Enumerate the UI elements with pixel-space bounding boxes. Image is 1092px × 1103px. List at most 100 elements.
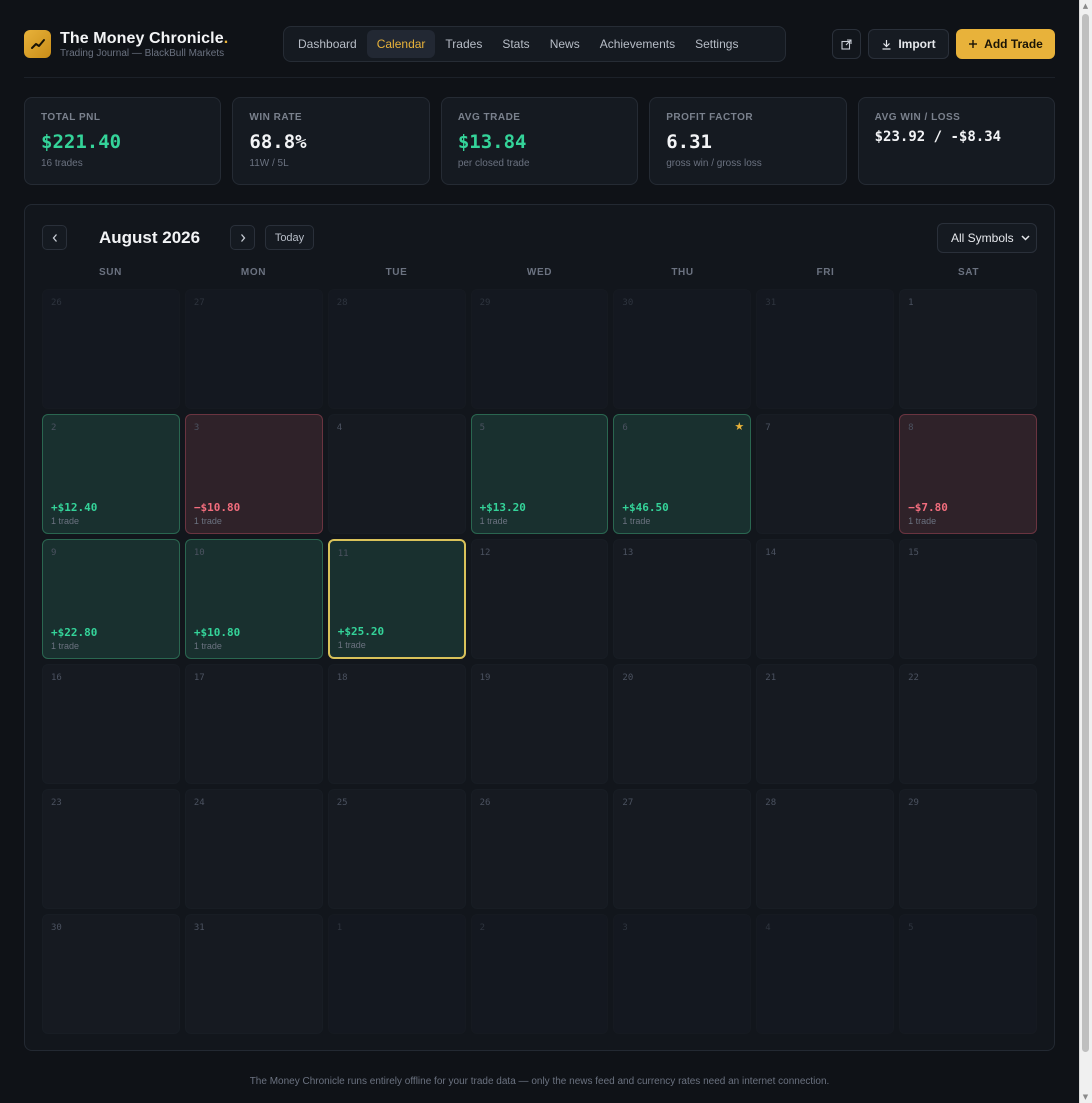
calendar-day-cell[interactable]: 1 [327,914,466,1034]
calendar-day-cell[interactable]: 28 [327,289,466,409]
day-trade-count: 1 trade [193,641,222,651]
weekday-label: FRI [816,267,835,278]
day-number: 17 [193,673,205,683]
calendar-day-cell[interactable]: 29 [470,289,609,409]
calendar-day-cell[interactable]: 30 [613,289,752,409]
calendar-day-cell[interactable]: 6 ★ +$46.50 1 trade [613,414,752,534]
stat-label: PROFIT FACTOR [666,112,754,123]
calendar-day-cell[interactable]: 10 +$10.80 1 trade [184,539,323,659]
prev-month-button[interactable] [42,225,67,250]
calendar-day-cell[interactable]: 11 +$25.20 1 trade [327,539,466,659]
calendar-day-cell[interactable]: 14 [756,539,895,659]
calendar-day-cell[interactable]: 5 +$13.20 1 trade [470,414,609,534]
stat-subtext: 11W / 5L [249,158,289,169]
scrollbar-thumb[interactable] [1082,14,1089,1052]
calendar-day-cell[interactable]: 19 [470,664,609,784]
calendar-day-cell[interactable]: 8 −$7.80 1 trade [899,414,1037,534]
day-number: 27 [622,798,634,808]
day-number: 22 [908,673,919,683]
calendar-day-cell[interactable]: 5 [899,914,1037,1034]
day-number: 28 [336,298,348,308]
add-trade-button[interactable]: Add Trade [956,29,1055,59]
day-number: 2 [51,423,57,433]
day-pnl: +$25.20 [337,625,385,638]
chevron-left-icon [52,233,57,242]
calendar-day-cell[interactable]: 12 [470,539,609,659]
weekday-label: SUN [99,267,122,278]
today-button[interactable]: Today [265,225,314,250]
nav-dashboard[interactable]: Dashboard [288,30,367,58]
brand: The Money Chronicle. Trading Journal — B… [60,30,228,59]
calendar-day-cell[interactable]: 24 [184,789,323,909]
calendar-day-cell[interactable]: 2 [470,914,609,1034]
day-pnl: +$10.80 [193,626,241,639]
nav-calendar[interactable]: Calendar [366,30,436,58]
calendar-day-cell[interactable]: 28 [756,789,895,909]
app-page: The Money Chronicle. Trading Journal — B… [0,0,1079,1103]
day-number: 27 [193,298,205,308]
calendar-grid: 26 27 28 29 30 31 1 2 +$12.40 1 trade 3 −$10.80 1 tr… [42,289,1037,1034]
scroll-up-icon[interactable]: ▲ [1082,2,1089,10]
trend-up-icon[interactable] [24,30,51,58]
day-number: 30 [622,298,634,308]
calendar-day-cell[interactable]: 25 [327,789,466,909]
day-trade-count: 1 trade [51,641,80,651]
calendar-day-cell[interactable]: 16 [42,664,180,784]
calendar-day-cell[interactable]: 31 [756,289,895,409]
stat-value: $13.84 [457,131,527,153]
day-number: 13 [622,548,634,558]
day-pnl: +$12.40 [51,501,98,514]
nav-news[interactable]: News [540,30,590,58]
nav-settings[interactable]: Settings [685,30,748,58]
calendar-day-cell[interactable]: 27 [613,789,752,909]
calendar-day-cell[interactable]: 30 [42,914,180,1034]
weekday-label: WED [526,267,553,278]
calendar-day-cell[interactable]: 2 +$12.40 1 trade [42,414,180,534]
calendar-day-cell[interactable]: 21 [756,664,895,784]
symbol-filter-select[interactable]: All Symbols [937,223,1037,253]
scroll-down-icon[interactable]: ▼ [1082,1093,1089,1101]
day-number: 26 [51,298,62,308]
calendar-day-cell[interactable]: 22 [899,664,1037,784]
calendar-day-cell[interactable]: 15 [899,539,1037,659]
day-number: 29 [908,798,919,808]
calendar-day-cell[interactable]: 1 [899,289,1037,409]
symbol-filter-value: All Symbols [951,231,1014,245]
day-number: 19 [479,673,491,683]
import-button[interactable]: Import [868,29,949,59]
stat-card-profit-factor: PROFIT FACTOR 6.31 gross win / gross loss [649,97,847,185]
calendar-day-cell[interactable]: 31 [184,914,323,1034]
day-number: 1 [908,298,914,308]
calendar-day-cell[interactable]: 18 [327,664,466,784]
day-number: 31 [765,298,777,308]
day-number: 25 [336,798,348,808]
external-link-icon[interactable] [832,29,861,59]
nav-trades[interactable]: Trades [435,30,492,58]
calendar-day-cell[interactable]: 17 [184,664,323,784]
day-pnl: −$7.80 [908,501,948,514]
nav-stats[interactable]: Stats [492,30,539,58]
calendar-day-cell[interactable]: 23 [42,789,180,909]
calendar-day-cell[interactable]: 3 −$10.80 1 trade [184,414,323,534]
day-number: 6 [622,423,628,433]
calendar-day-cell[interactable]: 29 [899,789,1037,909]
calendar-day-cell[interactable]: 20 [613,664,752,784]
day-number: 30 [51,923,62,933]
scrollbar[interactable]: ▲ ▼ [1079,0,1092,1103]
stat-label: AVG TRADE [457,112,521,123]
star-icon: ★ [734,420,745,433]
calendar-day-cell[interactable]: 4 [327,414,466,534]
day-trade-count: 1 trade [193,516,222,526]
day-number: 2 [479,923,485,933]
nav-achievements[interactable]: Achievements [590,30,685,58]
calendar-day-cell[interactable]: 26 [42,289,180,409]
next-month-button[interactable] [230,225,255,250]
stat-label: WIN RATE [249,112,303,123]
calendar-day-cell[interactable]: 7 [756,414,895,534]
calendar-day-cell[interactable]: 4 [756,914,895,1034]
calendar-day-cell[interactable]: 26 [470,789,609,909]
calendar-day-cell[interactable]: 3 [613,914,752,1034]
calendar-day-cell[interactable]: 13 [613,539,752,659]
calendar-day-cell[interactable]: 27 [184,289,323,409]
calendar-day-cell[interactable]: 9 +$22.80 1 trade [42,539,180,659]
